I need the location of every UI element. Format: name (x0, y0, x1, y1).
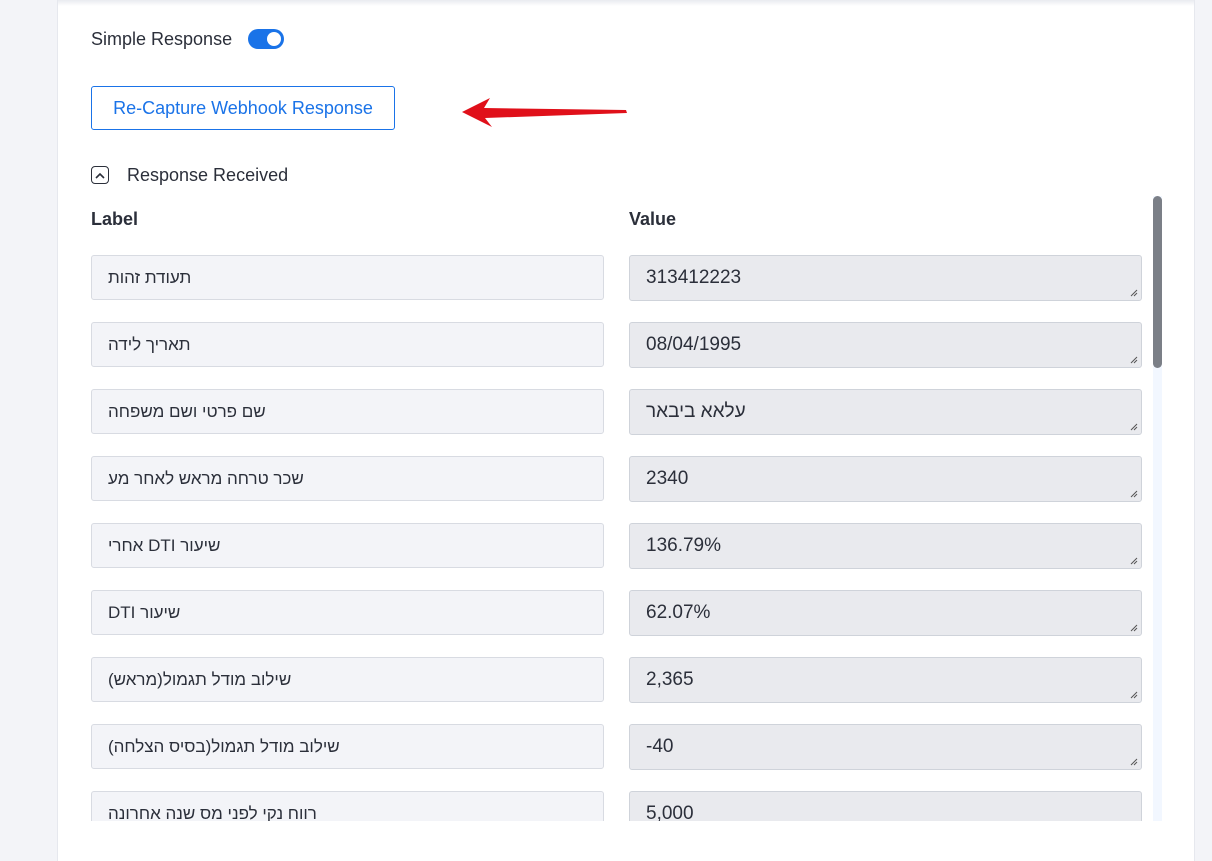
value-field[interactable]: 2340 (629, 456, 1142, 502)
red-arrow-annotation-icon (462, 98, 627, 127)
label-field[interactable]: שכר טרחה מראש לאחר מע (91, 456, 604, 501)
panel-top-edge (58, 0, 1194, 6)
resize-handle-icon[interactable] (1130, 758, 1138, 766)
response-row: שילוב מודל תגמול(מראש) 2,365 (91, 657, 1143, 703)
value-text: 2340 (646, 468, 689, 489)
resize-handle-icon[interactable] (1130, 557, 1138, 565)
rows-scrollbar[interactable] (1153, 196, 1162, 821)
value-text: 62.07% (646, 602, 711, 623)
response-received-header: Response Received (91, 162, 288, 188)
label-field[interactable]: שיעור DTI אחרי (91, 523, 604, 568)
value-text: 2,365 (646, 669, 694, 690)
resize-handle-icon[interactable] (1130, 423, 1138, 431)
response-row: שכר טרחה מראש לאחר מע 2340 (91, 456, 1143, 502)
response-received-title: Response Received (127, 164, 289, 185)
value-field[interactable]: 08/04/1995 (629, 322, 1142, 368)
recapture-webhook-button[interactable]: Re-Capture Webhook Response (91, 86, 395, 130)
simple-response-row: Simple Response (91, 26, 285, 52)
toggle-knob (267, 32, 282, 46)
value-field[interactable]: 2,365 (629, 657, 1142, 703)
label-field[interactable]: רווח נקי לפני מס שנה אחרונה (91, 791, 604, 821)
value-text: 5,000 (646, 803, 694, 821)
resize-handle-icon[interactable] (1130, 289, 1138, 297)
response-row: רווח נקי לפני מס שנה אחרונה 5,000 (91, 791, 1143, 821)
value-field[interactable]: 313412223 (629, 255, 1142, 301)
value-field[interactable]: -40 (629, 724, 1142, 770)
simple-response-label: Simple Response (91, 28, 233, 49)
label-column-header: Label (91, 209, 139, 229)
label-field[interactable]: שילוב מודל תגמול(בסיס הצלחה) (91, 724, 604, 769)
value-text: עלאא ביבאר (646, 401, 746, 422)
value-field[interactable]: 5,000 (629, 791, 1142, 821)
label-field[interactable]: תאריך לידה (91, 322, 604, 367)
value-text: -40 (646, 736, 674, 757)
label-field[interactable]: שיעור DTI (91, 590, 604, 635)
collapse-toggle-button[interactable] (91, 166, 109, 184)
response-row: שם פרטי ושם משפחה עלאא ביבאר (91, 389, 1143, 435)
scrollbar-thumb[interactable] (1153, 196, 1162, 368)
response-row: שיעור DTI אחרי 136.79% (91, 523, 1143, 569)
value-field[interactable]: עלאא ביבאר (629, 389, 1142, 435)
value-text: 136.79% (646, 535, 722, 556)
response-row: שיעור DTI 62.07% (91, 590, 1143, 636)
label-field[interactable]: שילוב מודל תגמול(מראש) (91, 657, 604, 702)
webhook-settings-panel: Simple Response Re-Capture Webhook Respo… (57, 0, 1195, 861)
label-field[interactable]: תעודת זהות (91, 255, 604, 300)
resize-handle-icon[interactable] (1130, 490, 1138, 498)
simple-response-toggle[interactable] (248, 29, 285, 49)
resize-handle-icon[interactable] (1130, 356, 1138, 364)
value-field[interactable]: 62.07% (629, 590, 1142, 636)
value-column-header: Value (629, 209, 677, 229)
response-row: תעודת זהות 313412223 (91, 255, 1143, 301)
value-text: 08/04/1995 (646, 334, 742, 355)
response-rows-list: תעודת זהות 313412223 תאריך לידה 08/04/19… (91, 255, 1143, 821)
label-field[interactable]: שם פרטי ושם משפחה (91, 389, 604, 434)
resize-handle-icon[interactable] (1130, 691, 1138, 699)
response-row: שילוב מודל תגמול(בסיס הצלחה) -40 (91, 724, 1143, 770)
response-row: תאריך לידה 08/04/1995 (91, 322, 1143, 368)
resize-handle-icon[interactable] (1130, 624, 1138, 632)
value-field[interactable]: 136.79% (629, 523, 1142, 569)
value-text: 313412223 (646, 267, 742, 288)
chevron-up-icon (95, 172, 105, 179)
